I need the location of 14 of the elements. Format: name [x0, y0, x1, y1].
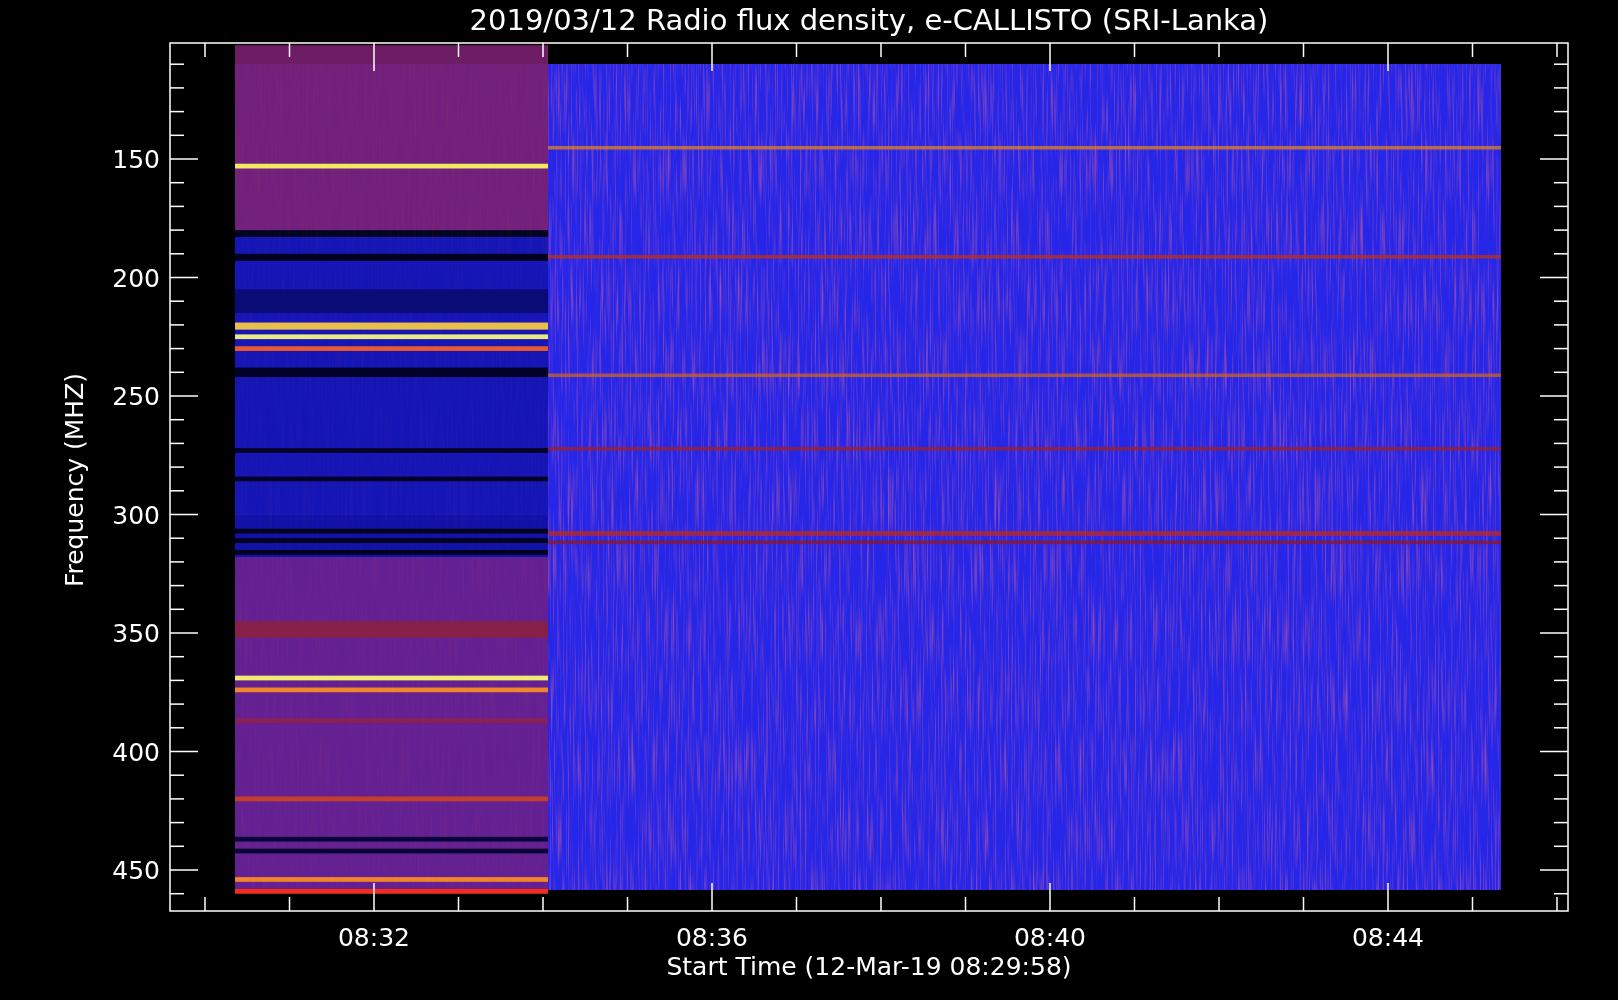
y-tick-label: 200	[112, 263, 160, 293]
x-tick-label: 08:36	[676, 923, 748, 952]
y-tick-label: 450	[112, 856, 160, 885]
x-tick-label: 08:32	[338, 923, 410, 952]
y-tick-label: 400	[112, 737, 160, 767]
y-axis-label: Frequency (MHZ)	[60, 372, 89, 588]
x-tick-label: 08:40	[1014, 923, 1086, 952]
chart-title: 2019/03/12 Radio flux density, e-CALLISTO (SRI-Lanka)	[469, 3, 1269, 37]
y-tick-label: 150	[112, 145, 160, 174]
y-tick-label: 350	[112, 619, 160, 648]
x-tick-label: 08:44	[1352, 923, 1424, 952]
x-axis-label: Start Time (12-Mar-19 08:29:58)	[666, 952, 1072, 981]
y-tick-label: 300	[112, 500, 160, 530]
y-tick-label: 250	[112, 382, 160, 411]
